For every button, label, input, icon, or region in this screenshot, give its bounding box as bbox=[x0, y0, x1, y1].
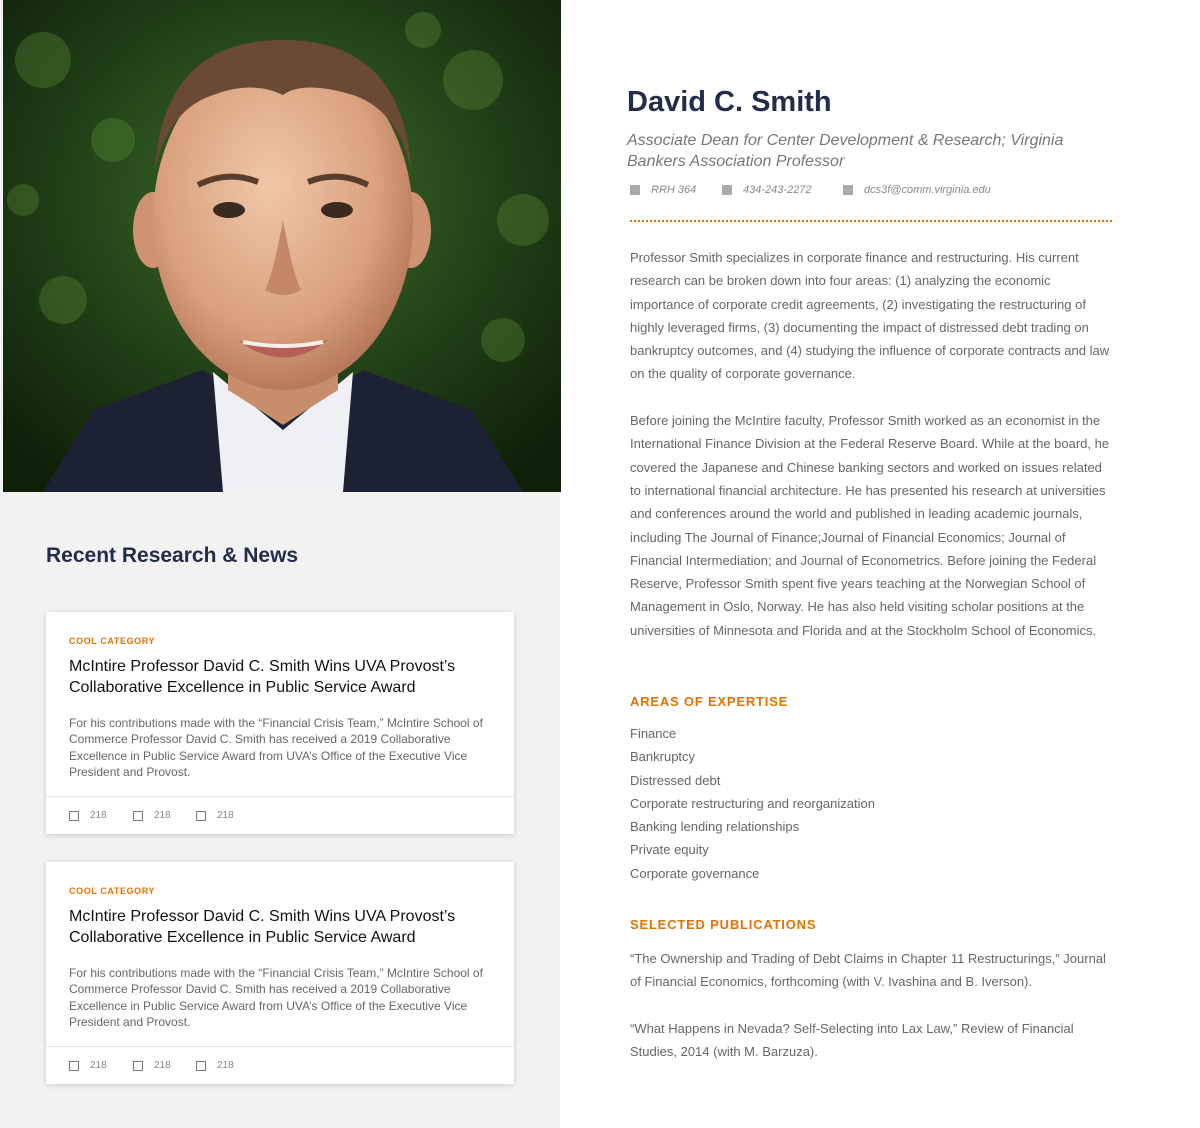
profile-name: David C. Smith bbox=[627, 86, 832, 118]
office-text: RRH 364 bbox=[651, 184, 697, 196]
dotted-divider bbox=[630, 220, 1112, 222]
publications-list: “The Ownership and Trading of Debt Claim… bbox=[630, 947, 1114, 1063]
checkbox-icon bbox=[196, 1060, 206, 1071]
checkbox-icon bbox=[69, 1060, 79, 1071]
left-column: Recent Research & News Cool Category McI… bbox=[0, 0, 561, 1128]
publications-heading: Selected Publications bbox=[630, 917, 817, 932]
card-stat[interactable]: 218 bbox=[196, 810, 234, 821]
expertise-item: Private equity bbox=[630, 842, 709, 858]
expertise-item: Corporate restructuring and reorganizati… bbox=[630, 795, 875, 811]
checkbox-icon bbox=[133, 1060, 143, 1071]
card-excerpt: For his contributions made with the “Fin… bbox=[69, 966, 483, 1029]
card-title[interactable]: McIntire Professor David C. Smith Wins U… bbox=[69, 656, 494, 698]
bio-paragraph: Professor Smith specializes in corporate… bbox=[630, 250, 1110, 382]
card-stat[interactable]: 218 bbox=[69, 1060, 107, 1071]
card-excerpt: For his contributions made with the “Fin… bbox=[69, 716, 483, 779]
stat-count: 218 bbox=[217, 1060, 234, 1071]
profile-photo bbox=[3, 0, 561, 492]
expertise-list: Finance Bankruptcy Distressed debt Corpo… bbox=[630, 722, 875, 885]
stat-count: 218 bbox=[154, 810, 171, 821]
card-title[interactable]: McIntire Professor David C. Smith Wins U… bbox=[69, 906, 494, 948]
stat-count: 218 bbox=[154, 1060, 171, 1071]
news-card[interactable]: Cool Category McIntire Professor David C… bbox=[46, 612, 514, 834]
publication-item: “The Ownership and Trading of Debt Claim… bbox=[630, 951, 1106, 990]
bio-paragraph: Before joining the McIntire faculty, Pro… bbox=[630, 413, 1110, 638]
expertise-item: Banking lending relationships bbox=[630, 819, 800, 835]
phone-text[interactable]: 434-243-2272 bbox=[743, 184, 812, 196]
contact-email[interactable]: dcs3f@comm.virginia.edu bbox=[843, 184, 991, 196]
publication-item: “What Happens in Nevada? Self-Selecting … bbox=[630, 1020, 1074, 1060]
stat-count: 218 bbox=[90, 1060, 107, 1071]
email-icon bbox=[843, 185, 853, 195]
card-category[interactable]: Cool Category bbox=[69, 886, 155, 896]
card-stat[interactable]: 218 bbox=[196, 1060, 234, 1071]
phone-icon bbox=[722, 185, 732, 195]
expertise-item: Finance bbox=[630, 726, 677, 741]
profile-title: Associate Dean for Center Development & … bbox=[627, 132, 1064, 170]
checkbox-icon bbox=[69, 810, 79, 821]
expertise-item: Corporate governance bbox=[630, 865, 760, 881]
contact-office: RRH 364 bbox=[630, 184, 696, 196]
contact-phone[interactable]: 434-243-2272 bbox=[722, 184, 812, 196]
stat-count: 218 bbox=[90, 810, 107, 821]
checkbox-icon bbox=[133, 810, 143, 821]
stat-count: 218 bbox=[217, 810, 234, 821]
portrait-photo-icon bbox=[3, 0, 561, 492]
card-category[interactable]: Cool Category bbox=[69, 636, 155, 646]
recent-news-heading: Recent Research & News bbox=[46, 544, 299, 567]
news-card[interactable]: Cool Category McIntire Professor David C… bbox=[46, 862, 514, 1084]
email-link[interactable]: dcs3f@comm.virginia.edu bbox=[864, 184, 991, 196]
expertise-heading: Areas of Expertise bbox=[630, 694, 789, 709]
bio: Professor Smith specializes in corporate… bbox=[630, 246, 1114, 642]
card-stat[interactable]: 218 bbox=[133, 810, 171, 821]
expertise-item: Bankruptcy bbox=[630, 749, 696, 765]
office-icon bbox=[630, 185, 640, 195]
card-footer: 218 218 218 bbox=[46, 796, 514, 834]
card-footer: 218 218 218 bbox=[46, 1046, 514, 1084]
card-stat[interactable]: 218 bbox=[69, 810, 107, 821]
card-stat[interactable]: 218 bbox=[133, 1060, 171, 1071]
checkbox-icon bbox=[196, 810, 206, 821]
expertise-item: Distressed debt bbox=[630, 772, 721, 788]
